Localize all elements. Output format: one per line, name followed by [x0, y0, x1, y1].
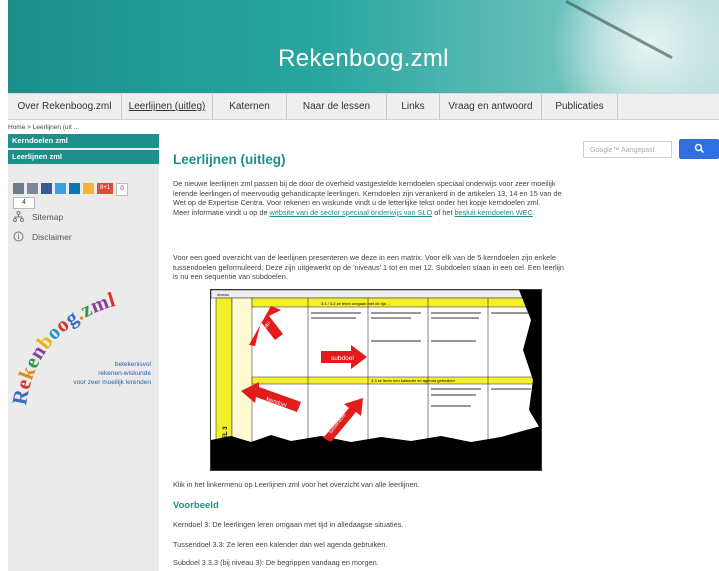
tagline-line-3: voor zeer moeilijk lerenden	[73, 379, 151, 386]
favorite-share-icon[interactable]	[83, 183, 94, 194]
info-text-mid: of het	[432, 207, 455, 217]
disclaimer-label: Disclaimer	[32, 231, 72, 242]
disclaimer-link[interactable]: Disclaimer	[13, 231, 72, 242]
matrix-diagram: niveau 3.1 / 3.2 ze leren omgaan met de …	[210, 289, 542, 471]
sitemap-icon	[13, 211, 24, 222]
breadcrumb[interactable]: Home > Leerlijnen (uit ...	[8, 124, 79, 131]
matrix-header-33: 3.3 ze leren een kalender en agenda gebr…	[371, 378, 455, 383]
info-text-end: .	[532, 207, 535, 217]
intro-paragraph: De nieuwe leerlijnen zml passen bij de d…	[173, 179, 568, 217]
intro-text: De nieuwe leerlijnen zml passen bij de d…	[173, 179, 562, 208]
leerlijn-matrix-image: niveau 3.1 / 3.2 ze leren omgaan met de …	[210, 289, 542, 471]
sitemap-label: Sitemap	[32, 211, 64, 222]
share-zero-count: 0	[116, 183, 128, 196]
nav-item-5[interactable]: Vraag en antwoord	[440, 94, 542, 119]
matrix-niveau-label: niveau	[217, 292, 229, 297]
page-frame: Rekenboog.zml Over Rekenboog.zml Leerlijn…	[7, 0, 719, 571]
linkedin-share-icon[interactable]	[69, 183, 80, 194]
svg-text:Rekenboog.zml: Rekenboog.zml	[8, 287, 118, 407]
main-nav: Over Rekenboog.zml Leerlijnen (uitleg) Kat…	[8, 93, 719, 120]
nav-item-4[interactable]: Links	[387, 94, 440, 119]
matrix-subdoel-label: subdoel	[331, 355, 354, 362]
rekenboog-logo: Rekenboog.zml betekenisvol rekenen-wisku…	[7, 274, 159, 414]
search-icon	[694, 143, 704, 154]
sitemap-link[interactable]: Sitemap	[13, 211, 63, 222]
nav-item-3[interactable]: Naar de lessen	[287, 94, 387, 119]
example-heading: Voorbeeld	[173, 500, 219, 511]
share-count: 4	[13, 197, 35, 209]
menu-hint-paragraph: Klik in het linkermenu op Leerlijnen zml…	[173, 480, 420, 489]
share-bar: 8+1 0	[13, 183, 128, 196]
sidebar-item-kerndoelen[interactable]: Kerndoelen zml	[8, 134, 159, 148]
matrix-paragraph: Voor een goed overzicht van de leerlijne…	[173, 253, 564, 282]
sidebar: Kerndoelen zml Leerlijnen zml 8+1 0 4 Si…	[7, 134, 159, 571]
matrix-header-31: 3.1 / 3.2 ze leren omgaan met de tijd ..…	[321, 301, 390, 306]
print-share-icon[interactable]	[27, 183, 38, 194]
info-text: Meer informatie vindt u op de	[173, 207, 270, 217]
facebook-share-icon[interactable]	[41, 183, 52, 194]
slo-link[interactable]: website van de sector speciaal onderwijs…	[270, 208, 433, 217]
example-line: Subdoel 3.3.3 (bij niveau 3): De begripp…	[173, 558, 379, 567]
example-line: Kerndoel 3: De leerlingen leren omgaan m…	[173, 520, 404, 529]
tagline-line-1: betekenisvol	[114, 361, 151, 368]
nav-item-6[interactable]: Publicaties	[542, 94, 618, 119]
logo-tagline: betekenisvol rekenen-wiskunde voor zeer …	[73, 360, 151, 387]
search-input[interactable]: Google™ Aangepast	[583, 141, 672, 158]
rekenboog-arc-logo: Rekenboog.zml	[7, 287, 118, 407]
page-title: Leerlijnen (uitleg)	[173, 152, 286, 167]
email-share-icon[interactable]	[13, 183, 24, 194]
nav-item-0[interactable]: Over Rekenboog.zml	[8, 94, 122, 119]
besluit-link[interactable]: besluit kerndoelen WEC	[455, 208, 533, 217]
site-title[interactable]: Rekenboog.zml	[8, 45, 719, 73]
googleplus-share-button[interactable]: 8+1	[97, 183, 113, 194]
twitter-share-icon[interactable]	[55, 183, 66, 194]
tagline-line-2: rekenen-wiskunde	[98, 370, 151, 377]
search-button[interactable]	[679, 139, 719, 159]
example-line: Tussendoel 3.3: Ze leren een kalender da…	[173, 540, 388, 549]
nav-item-2[interactable]: Katernen	[213, 94, 287, 119]
sidebar-item-leerlijnen[interactable]: Leerlijnen zml	[8, 150, 159, 164]
nav-item-1[interactable]: Leerlijnen (uitleg)	[122, 94, 213, 119]
info-icon	[13, 231, 24, 242]
site-banner: Rekenboog.zml	[8, 0, 719, 93]
